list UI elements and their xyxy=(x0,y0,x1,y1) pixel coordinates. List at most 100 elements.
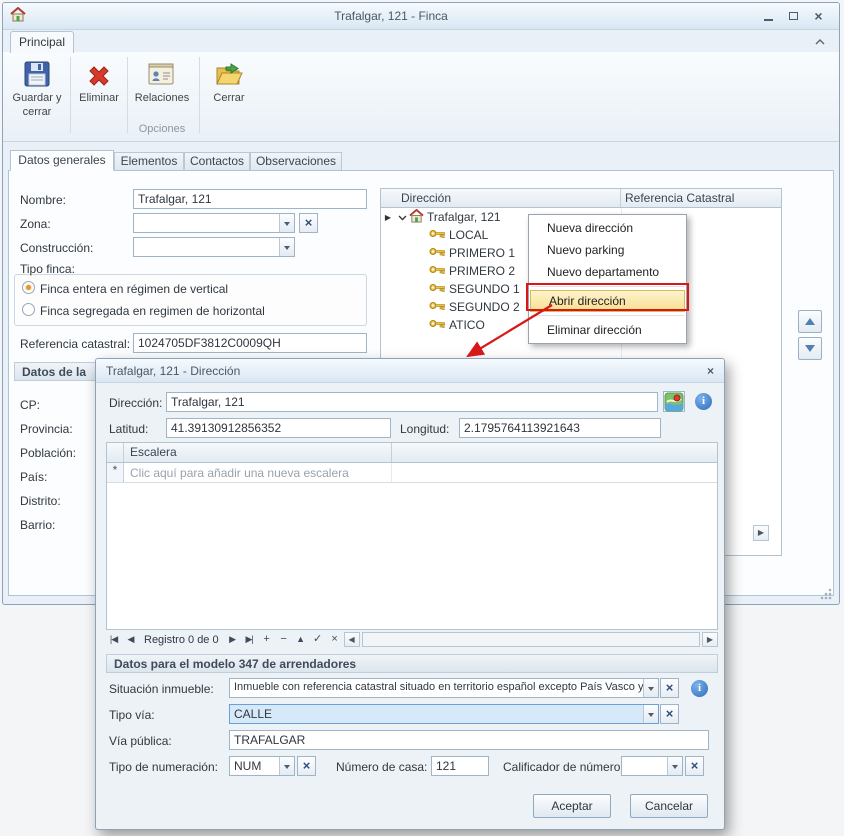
direccion-dialog: Trafalgar, 121 - Dirección × Dirección: … xyxy=(95,358,725,830)
close-folder-icon xyxy=(203,55,255,89)
menu-item-nueva-direccion[interactable]: Nueva dirección xyxy=(529,217,686,239)
calificador-clear-button[interactable]: × xyxy=(685,756,704,776)
radio-horizontal-label[interactable]: Finca segregada en regimen de horizontal xyxy=(40,304,265,318)
move-up-button[interactable] xyxy=(798,310,822,333)
zona-clear-button[interactable]: × xyxy=(299,213,318,233)
menu-item-nuevo-departamento[interactable]: Nuevo departamento xyxy=(529,261,686,283)
info-icon[interactable]: i xyxy=(691,680,708,697)
tab-observaciones[interactable]: Observaciones xyxy=(250,152,342,171)
minimize-button[interactable] xyxy=(756,8,781,25)
column-referencia-catastral[interactable]: Referencia Catastral xyxy=(621,189,781,207)
row-indicator-icon: ▶ xyxy=(381,213,395,222)
close-button[interactable]: × xyxy=(806,8,831,25)
nav-next-button[interactable]: ▶ xyxy=(225,632,240,647)
poblacion-label: Población: xyxy=(20,446,76,460)
nav-prev-button[interactable]: ◀ xyxy=(123,632,138,647)
zona-label: Zona: xyxy=(20,217,51,231)
calificador-combo[interactable] xyxy=(621,756,683,776)
close-finca-button[interactable]: Cerrar xyxy=(203,55,255,137)
ribbon-collapse-button[interactable] xyxy=(810,35,830,49)
hscroll-track[interactable] xyxy=(362,632,700,647)
radio-finca-vertical[interactable] xyxy=(22,281,35,294)
save-close-button[interactable]: Guardar y cerrar xyxy=(8,55,66,137)
nav-cancel-button[interactable]: × xyxy=(327,632,342,647)
tab-contactos[interactable]: Contactos xyxy=(184,152,250,171)
nav-first-button[interactable]: |◀ xyxy=(106,632,121,647)
latitud-input[interactable] xyxy=(166,418,391,438)
menu-item-nuevo-parking[interactable]: Nuevo parking xyxy=(529,239,686,261)
tab-elementos[interactable]: Elementos xyxy=(114,152,184,171)
restore-button[interactable] xyxy=(781,8,806,25)
nav-edit-button[interactable]: ▲ xyxy=(293,632,308,647)
construccion-combo[interactable] xyxy=(133,237,295,257)
direccion-input[interactable] xyxy=(166,392,658,412)
dropdown-arrow-icon[interactable] xyxy=(667,757,682,775)
expander-icon[interactable] xyxy=(395,210,409,224)
dropdown-arrow-icon[interactable] xyxy=(279,757,294,775)
referencia-input[interactable] xyxy=(133,333,367,353)
tipo-via-combo[interactable]: CALLE xyxy=(229,704,659,724)
resize-grip[interactable] xyxy=(820,588,832,603)
escaleras-grid-header: Escalera xyxy=(107,443,717,463)
house-icon xyxy=(409,209,427,226)
barrio-label: Barrio: xyxy=(20,518,55,532)
situacion-clear-button[interactable]: × xyxy=(660,678,679,698)
dropdown-arrow-icon[interactable] xyxy=(643,679,658,697)
scroll-right-button[interactable]: ▶ xyxy=(753,525,769,541)
construccion-label: Construcción: xyxy=(20,241,93,255)
record-navigator: |◀ ◀ Registro 0 de 0 ▶ ▶| + − ▲ ✓ × ◀ ▶ xyxy=(106,631,718,648)
column-direccion[interactable]: Dirección xyxy=(381,189,621,207)
tipo-via-clear-button[interactable]: × xyxy=(660,704,679,724)
hscroll-right-button[interactable]: ▶ xyxy=(702,632,718,647)
tipo-via-label: Tipo vía: xyxy=(109,708,155,722)
delete-icon xyxy=(74,55,124,89)
info-icon[interactable]: i xyxy=(695,393,712,410)
delete-button[interactable]: Eliminar xyxy=(74,55,124,137)
new-row[interactable]: * Clic aquí para añadir una nueva escale… xyxy=(107,463,717,483)
key-icon xyxy=(429,300,449,314)
dropdown-arrow-icon[interactable] xyxy=(279,238,294,256)
hscroll-left-button[interactable]: ◀ xyxy=(344,632,360,647)
dialog-titlebar: Trafalgar, 121 - Dirección × xyxy=(96,359,724,383)
new-row-placeholder: Clic aquí para añadir una nueva escalera xyxy=(124,463,392,482)
longitud-input[interactable] xyxy=(459,418,661,438)
radio-finca-horizontal[interactable] xyxy=(22,303,35,316)
provincia-label: Provincia: xyxy=(20,422,73,436)
tipo-numeracion-clear-button[interactable]: × xyxy=(297,756,316,776)
zona-combo[interactable] xyxy=(133,213,295,233)
latitud-label: Latitud: xyxy=(109,422,148,436)
move-down-button[interactable] xyxy=(798,337,822,360)
ribbon-tab-principal[interactable]: Principal xyxy=(10,31,74,53)
tree-root-label: Trafalgar, 121 xyxy=(427,210,501,224)
annotation-highlight-rect xyxy=(526,283,689,311)
tipo-numeracion-combo[interactable]: NUM xyxy=(229,756,295,776)
dropdown-arrow-icon[interactable] xyxy=(643,705,658,723)
nav-add-button[interactable]: + xyxy=(259,632,274,647)
nombre-input[interactable] xyxy=(133,189,367,209)
cancel-button[interactable]: Cancelar xyxy=(630,794,708,818)
key-icon xyxy=(429,318,449,332)
column-escalera[interactable]: Escalera xyxy=(124,443,392,462)
menu-item-eliminar-direccion[interactable]: Eliminar dirección xyxy=(529,319,686,341)
chevron-up-icon xyxy=(814,38,826,46)
key-icon xyxy=(429,282,449,296)
numero-casa-input[interactable] xyxy=(431,756,489,776)
escaleras-grid: Escalera * Clic aquí para añadir una nue… xyxy=(106,442,718,630)
nav-confirm-button[interactable]: ✓ xyxy=(310,632,325,647)
situacion-combo[interactable]: Inmueble con referencia catastral situad… xyxy=(229,678,659,698)
direccion-label: Dirección: xyxy=(109,396,162,410)
accept-button[interactable]: Aceptar xyxy=(533,794,611,818)
via-publica-input[interactable] xyxy=(229,730,709,750)
record-counter: Registro 0 de 0 xyxy=(144,634,219,646)
tab-datos-generales[interactable]: Datos generales xyxy=(10,150,114,171)
nav-last-button[interactable]: ▶| xyxy=(242,632,257,647)
nav-delete-button[interactable]: − xyxy=(276,632,291,647)
ribbon-separator xyxy=(70,57,71,133)
dropdown-arrow-icon[interactable] xyxy=(279,214,294,232)
maps-button[interactable] xyxy=(663,391,685,412)
dialog-close-button[interactable]: × xyxy=(707,364,714,378)
ribbon-separator xyxy=(199,57,200,133)
key-icon xyxy=(429,228,449,242)
relations-icon xyxy=(131,55,193,89)
radio-vertical-label[interactable]: Finca entera en régimen de vertical xyxy=(40,282,228,296)
